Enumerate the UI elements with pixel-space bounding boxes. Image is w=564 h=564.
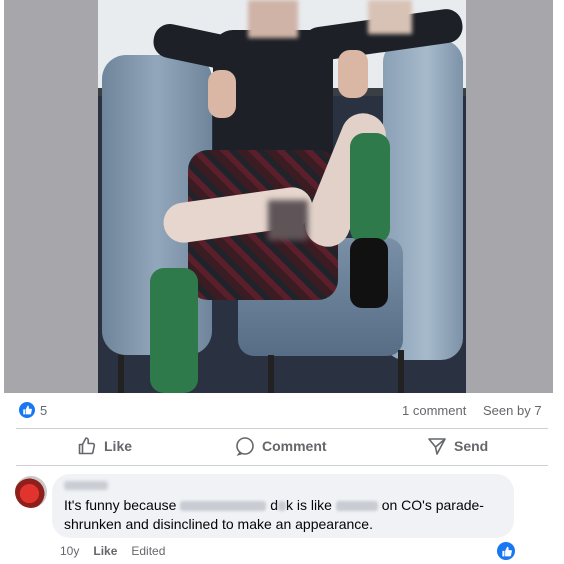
comment-text: It's funny because dk is like on CO's pa… (64, 497, 484, 532)
redacted-text (335, 501, 378, 512)
figure-sock (150, 268, 198, 393)
comment-button-label: Comment (262, 438, 327, 454)
comment-meta: 10y Like Edited (60, 544, 165, 558)
comment-timestamp[interactable]: 10y (60, 544, 79, 558)
figure-hand (338, 50, 368, 98)
post-photo-frame (4, 0, 553, 393)
like-button[interactable]: Like (77, 430, 132, 462)
redacted-text (180, 501, 267, 512)
blurred-face (368, 0, 412, 34)
like-icon[interactable] (497, 542, 515, 560)
comment-bubble: It's funny because dk is like on CO's pa… (52, 474, 514, 538)
seat-leg (398, 350, 404, 393)
reaction-count[interactable]: 5 (40, 403, 47, 418)
comment-bubble-icon (235, 436, 255, 456)
comment-author-redacted[interactable] (64, 481, 108, 490)
like-icon[interactable] (19, 402, 35, 418)
comment-button[interactable]: Comment (235, 430, 327, 462)
seen-by-link[interactable]: Seen by 7 (483, 403, 542, 418)
comment-like-link[interactable]: Like (93, 544, 117, 558)
pixelated-area (268, 200, 308, 240)
redacted-text (278, 501, 286, 512)
figure-hand (208, 70, 236, 118)
send-button-label: Send (454, 438, 489, 454)
figure-sock (350, 133, 390, 243)
avatar[interactable] (15, 476, 47, 508)
reactions-summary: 5 1 comment Seen by 7 (0, 393, 564, 427)
post-action-bar: Like Comment Send (0, 430, 564, 462)
divider (16, 465, 548, 466)
send-icon (427, 436, 447, 456)
blurred-face (248, 0, 298, 38)
post-photo[interactable] (98, 0, 466, 393)
thumbs-up-icon (77, 436, 97, 456)
seat-leg (268, 355, 274, 393)
figure-shoe (350, 238, 388, 308)
like-button-label: Like (104, 438, 133, 454)
divider (16, 428, 548, 429)
comment-edited-label: Edited (131, 544, 166, 558)
send-button[interactable]: Send (427, 430, 488, 462)
seat-leg (118, 355, 124, 393)
comment-count-link[interactable]: 1 comment (402, 403, 466, 418)
